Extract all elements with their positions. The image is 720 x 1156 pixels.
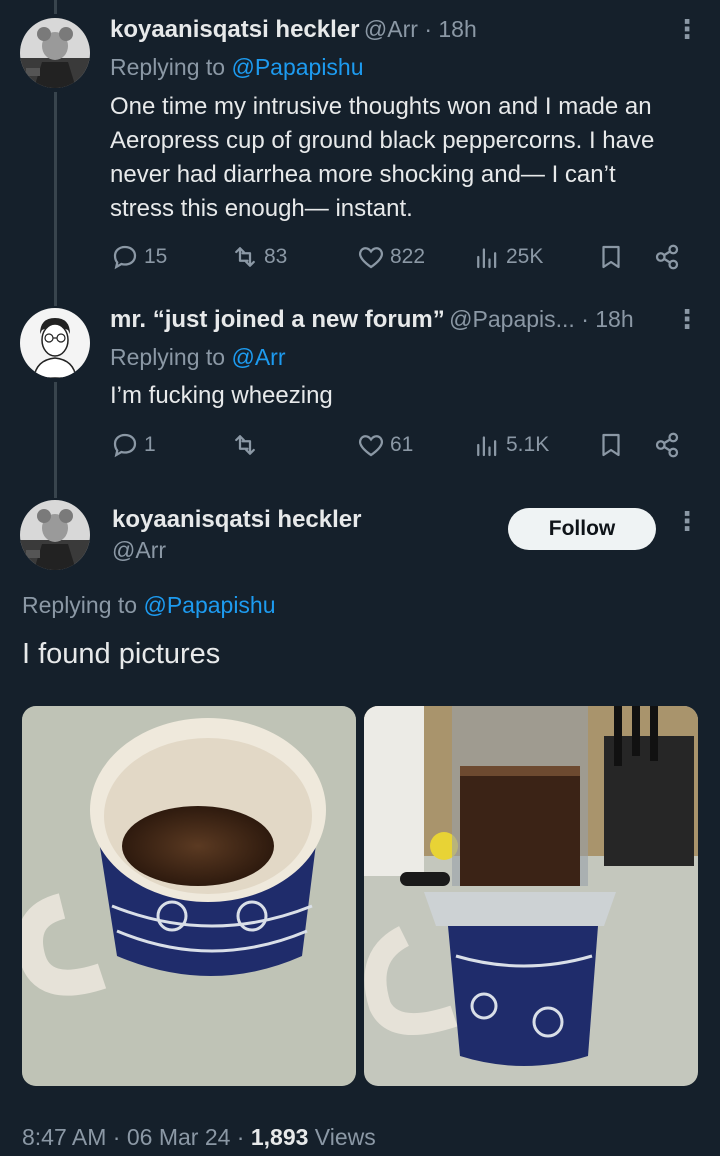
timestamp[interactable]: 18h: [438, 16, 476, 42]
text-line: never had diarrhea more shocking and— I …: [110, 161, 616, 188]
views-count: 25K: [506, 245, 544, 268]
bookmark-icon: [602, 433, 620, 457]
heart-icon: [358, 435, 384, 457]
mention-link[interactable]: @Arr: [231, 344, 285, 370]
share-icon: [655, 244, 679, 270]
more-icon[interactable]: ⋮: [674, 16, 700, 42]
reply-count: 1: [144, 433, 156, 456]
display-name[interactable]: koyaanisqatsi heckler: [112, 506, 361, 534]
avatar[interactable]: [20, 500, 90, 570]
views-total: 1,893: [250, 1124, 309, 1150]
user-handle[interactable]: @Arr: [364, 16, 418, 42]
user-handle[interactable]: @Arr: [112, 537, 166, 564]
tweet-metadata: 8:47 AM · 06 Mar 24 · 1,893 Views: [22, 1124, 376, 1151]
tweet-time[interactable]: 8:47 AM: [22, 1124, 106, 1150]
tweet-date[interactable]: 06 Mar 24: [127, 1124, 231, 1150]
views-icon: [477, 436, 497, 457]
replying-to: Replying to @Papapishu: [22, 592, 276, 619]
tweet-header: mr. “just joined a new forum” @Papapis..…: [110, 306, 634, 334]
mention-link[interactable]: @Papapishu: [143, 592, 275, 618]
reply-icon: [113, 433, 137, 458]
avatar[interactable]: [20, 18, 90, 88]
separator: ·: [417, 16, 439, 42]
avatar[interactable]: [20, 308, 90, 378]
reply-icon: [113, 245, 137, 270]
share-button[interactable]: [652, 428, 682, 462]
thread-line: [54, 0, 57, 14]
replying-prefix: Replying to: [110, 54, 232, 80]
heart-icon: [358, 247, 384, 269]
bookmark-button[interactable]: [596, 240, 626, 274]
retweet-button[interactable]: [230, 428, 264, 462]
more-icon[interactable]: ⋮: [674, 306, 700, 332]
action-bar: 15 83 822 25K: [110, 240, 690, 274]
retweet-icon: [235, 435, 255, 455]
text-line: I’m fucking wheezing: [110, 382, 333, 409]
separator: ·: [106, 1124, 127, 1150]
more-icon[interactable]: ⋮: [674, 508, 700, 534]
views-button[interactable]: 25K: [472, 240, 543, 274]
views-button[interactable]: 5.1K: [472, 428, 549, 462]
display-name[interactable]: mr. “just joined a new forum”: [110, 306, 445, 333]
share-button[interactable]: [652, 240, 682, 274]
bookmark-button[interactable]: [596, 428, 626, 462]
bookmark-icon: [602, 245, 620, 269]
photo-mug[interactable]: [22, 706, 356, 1086]
like-button[interactable]: 61: [356, 428, 413, 462]
text-line: Aeropress cup of ground black peppercorn…: [110, 127, 655, 154]
views-count: 5.1K: [506, 433, 550, 456]
tweet-text: One time my intrusive thoughts won and I…: [110, 90, 710, 226]
mention-link[interactable]: @Papapishu: [231, 54, 363, 80]
retweet-count: 83: [264, 245, 288, 268]
display-name[interactable]: koyaanisqatsi heckler: [110, 16, 359, 43]
replying-to: Replying to @Arr: [110, 344, 285, 371]
tweet-text: I found pictures: [22, 638, 221, 670]
like-count: 61: [390, 433, 414, 456]
views-label: Views: [308, 1124, 376, 1150]
like-button[interactable]: 822: [356, 240, 425, 274]
reply-count: 15: [144, 245, 168, 268]
text-line: stress this enough— instant.: [110, 195, 413, 222]
action-bar: 1 61 5.1K: [110, 428, 690, 462]
reply-button[interactable]: 15: [110, 240, 167, 274]
replying-prefix: Replying to: [110, 344, 232, 370]
thread-line: [54, 382, 57, 498]
separator: ·: [230, 1124, 251, 1150]
replying-to: Replying to @Papapishu: [110, 54, 364, 81]
timestamp[interactable]: 18h: [595, 306, 633, 332]
retweet-icon: [235, 247, 255, 267]
share-icon: [655, 432, 679, 458]
text-line: One time my intrusive thoughts won and I…: [110, 93, 652, 120]
photo-aeropress[interactable]: [364, 706, 698, 1086]
thread-line: [54, 92, 57, 306]
user-handle[interactable]: @Papapis...: [449, 306, 575, 332]
replying-prefix: Replying to: [22, 592, 144, 618]
tweet-header: koyaanisqatsi heckler @Arr · 18h: [110, 16, 477, 44]
separator: ·: [574, 306, 596, 332]
views-icon: [477, 248, 497, 269]
follow-button[interactable]: Follow: [508, 508, 656, 550]
tweet-text: I’m fucking wheezing: [110, 379, 710, 413]
reply-button[interactable]: 1: [110, 428, 156, 462]
like-count: 822: [390, 245, 426, 268]
retweet-button[interactable]: 83: [230, 240, 287, 274]
